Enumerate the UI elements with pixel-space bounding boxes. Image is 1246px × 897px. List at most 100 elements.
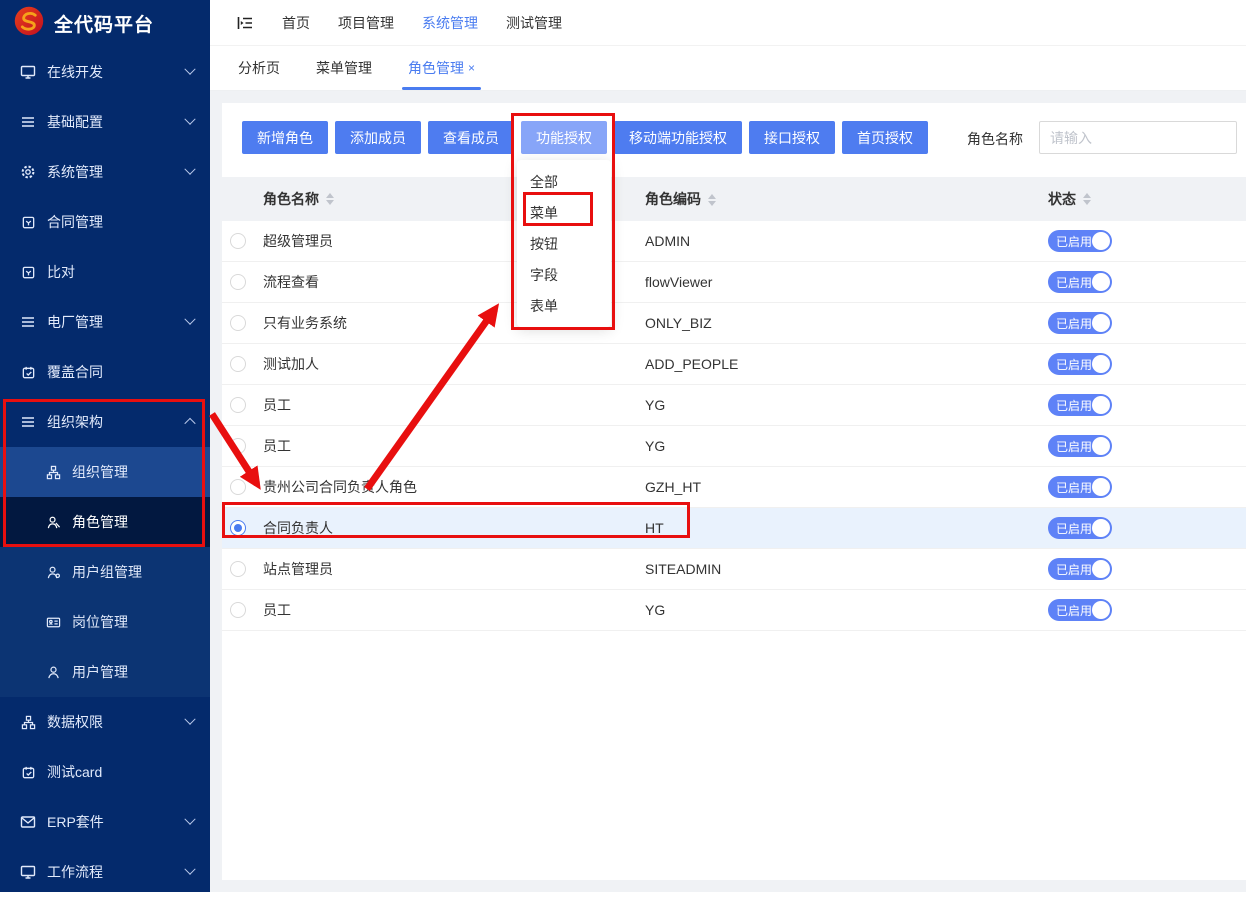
- row-radio[interactable]: [230, 561, 246, 577]
- status-toggle[interactable]: 已启用: [1048, 312, 1112, 334]
- table-row[interactable]: 员工 YG 已启用: [222, 426, 1246, 467]
- header-status: 状态: [1048, 189, 1246, 209]
- sidebar-item-workflow[interactable]: 工作流程: [0, 847, 210, 897]
- topnav-item-project-mgmt[interactable]: 项目管理: [338, 13, 394, 33]
- homepage-auth-button[interactable]: 首页授权: [842, 121, 928, 154]
- menu-lines-icon: [19, 413, 37, 431]
- dropdown-item-all[interactable]: 全部: [517, 166, 611, 197]
- status-toggle[interactable]: 已启用: [1048, 435, 1112, 457]
- org-tree-icon: [19, 713, 37, 731]
- org-tree-icon: [44, 463, 62, 481]
- tab-role-mgmt[interactable]: 角色管理 ×: [408, 46, 475, 90]
- chevron-down-icon: [184, 114, 195, 125]
- row-radio[interactable]: [230, 397, 246, 413]
- sidebar-item-system-mgmt[interactable]: 系统管理: [0, 147, 210, 197]
- sort-icon[interactable]: [1083, 193, 1091, 205]
- topnav-item-system-mgmt[interactable]: 系统管理: [422, 13, 478, 33]
- sidebar-item-data-permission[interactable]: 数据权限: [0, 697, 210, 747]
- add-role-button[interactable]: 新增角色: [242, 121, 328, 154]
- user-icon: [44, 663, 62, 681]
- row-radio[interactable]: [230, 438, 246, 454]
- app-title: 全代码平台: [54, 10, 154, 37]
- role-management-page: { "app": { "logo_title": "全代码平台" }, "col…: [0, 0, 1246, 892]
- roles-table: 角色名称 角色编码 状态 超级管理员 ADMIN 已启用 流程查看: [222, 177, 1246, 631]
- calendar-icon: [19, 363, 37, 381]
- sort-icon[interactable]: [708, 194, 716, 206]
- sidebar: 全代码平台 在线开发 基础配置 系统管理 合同管理 比对 电厂管理 覆盖合同 组…: [0, 0, 210, 892]
- tab-menu-mgmt[interactable]: 菜单管理: [316, 46, 372, 90]
- table-row[interactable]: 超级管理员 ADMIN 已启用: [222, 221, 1246, 262]
- menu-fold-icon[interactable]: [236, 14, 254, 32]
- dropdown-item-button[interactable]: 按钮: [517, 228, 611, 259]
- chevron-down-icon: [184, 714, 195, 725]
- topnav-item-home[interactable]: 首页: [282, 13, 310, 33]
- close-icon[interactable]: ×: [468, 61, 475, 75]
- user-group-icon: [44, 563, 62, 581]
- row-radio[interactable]: [230, 233, 246, 249]
- table-row[interactable]: 贵州公司合同负责人角色 GZH_HT 已启用: [222, 467, 1246, 508]
- table-row[interactable]: 测试加人 ADD_PEOPLE 已启用: [222, 344, 1246, 385]
- app-logo: 全代码平台: [0, 0, 210, 47]
- sidebar-item-cover-contract[interactable]: 覆盖合同: [0, 347, 210, 397]
- table-row[interactable]: 只有业务系统 ONLY_BIZ 已启用: [222, 303, 1246, 344]
- view-members-button[interactable]: 查看成员: [428, 121, 514, 154]
- tab-analysis[interactable]: 分析页: [238, 46, 280, 90]
- sidebar-item-org-mgmt[interactable]: 组织管理: [0, 447, 210, 497]
- status-toggle[interactable]: 已启用: [1048, 517, 1112, 539]
- status-toggle[interactable]: 已启用: [1048, 558, 1112, 580]
- main-area: 首页 项目管理 系统管理 测试管理 分析页 菜单管理 角色管理 × 新增角色 添…: [210, 0, 1246, 892]
- status-toggle[interactable]: 已启用: [1048, 599, 1112, 621]
- status-toggle[interactable]: 已启用: [1048, 271, 1112, 293]
- dropdown-item-menu[interactable]: 菜单: [517, 197, 611, 228]
- table-row-selected[interactable]: 合同负责人 HT 已启用: [222, 508, 1246, 549]
- row-radio[interactable]: [230, 479, 246, 495]
- table-row[interactable]: 站点管理员 SITEADMIN 已启用: [222, 549, 1246, 590]
- tab-bar: 分析页 菜单管理 角色管理 ×: [210, 46, 1246, 91]
- sidebar-item-base-config[interactable]: 基础配置: [0, 97, 210, 147]
- status-toggle[interactable]: 已启用: [1048, 230, 1112, 252]
- table-row[interactable]: 员工 YG 已启用: [222, 385, 1246, 426]
- status-toggle[interactable]: 已启用: [1048, 353, 1112, 375]
- chevron-down-icon: [184, 164, 195, 175]
- mobile-function-auth-button[interactable]: 移动端功能授权: [614, 121, 742, 154]
- top-navbar: 首页 项目管理 系统管理 测试管理: [210, 0, 1246, 46]
- sidebar-item-test-card[interactable]: 测试card: [0, 747, 210, 797]
- role-name-search-input[interactable]: [1039, 121, 1237, 154]
- row-radio[interactable]: [230, 274, 246, 290]
- gear-icon: [19, 163, 37, 181]
- calendar-icon: [19, 763, 37, 781]
- row-radio[interactable]: [230, 602, 246, 618]
- sidebar-item-plant-mgmt[interactable]: 电厂管理: [0, 297, 210, 347]
- header-role-code: 角色编码: [645, 189, 1048, 209]
- sidebar-item-post-mgmt[interactable]: 岗位管理: [0, 597, 210, 647]
- sidebar-submenu-org: 组织管理 角色管理 用户组管理 岗位管理 用户管理: [0, 447, 210, 697]
- dropdown-item-field[interactable]: 字段: [517, 259, 611, 290]
- dropdown-item-form[interactable]: 表单: [517, 290, 611, 321]
- table-row[interactable]: 流程查看 flowViewer 已启用: [222, 262, 1246, 303]
- status-toggle[interactable]: 已启用: [1048, 394, 1112, 416]
- id-card-icon: [44, 613, 62, 631]
- chevron-down-icon: [184, 314, 195, 325]
- sidebar-item-user-mgmt[interactable]: 用户管理: [0, 647, 210, 697]
- table-row[interactable]: 员工 YG 已启用: [222, 590, 1246, 631]
- chevron-down-icon: [184, 864, 195, 875]
- function-auth-button[interactable]: 功能授权: [521, 121, 607, 154]
- sidebar-item-role-mgmt[interactable]: 角色管理: [0, 497, 210, 547]
- table-header-row: 角色名称 角色编码 状态: [222, 177, 1246, 221]
- sidebar-item-online-dev[interactable]: 在线开发: [0, 47, 210, 97]
- sidebar-item-contract-mgmt[interactable]: 合同管理: [0, 197, 210, 247]
- sidebar-item-user-group-mgmt[interactable]: 用户组管理: [0, 547, 210, 597]
- sidebar-item-org-structure[interactable]: 组织架构: [0, 397, 210, 447]
- add-member-button[interactable]: 添加成员: [335, 121, 421, 154]
- function-auth-dropdown: 全部 菜单 按钮 字段 表单: [517, 160, 611, 327]
- row-radio-selected[interactable]: [230, 520, 246, 536]
- row-radio[interactable]: [230, 315, 246, 331]
- topnav-item-test-mgmt[interactable]: 测试管理: [506, 13, 562, 33]
- sidebar-item-compare[interactable]: 比对: [0, 247, 210, 297]
- menu-lines-icon: [19, 113, 37, 131]
- sort-icon[interactable]: [326, 193, 334, 205]
- sidebar-item-erp-suite[interactable]: ERP套件: [0, 797, 210, 847]
- status-toggle[interactable]: 已启用: [1048, 476, 1112, 498]
- api-auth-button[interactable]: 接口授权: [749, 121, 835, 154]
- row-radio[interactable]: [230, 356, 246, 372]
